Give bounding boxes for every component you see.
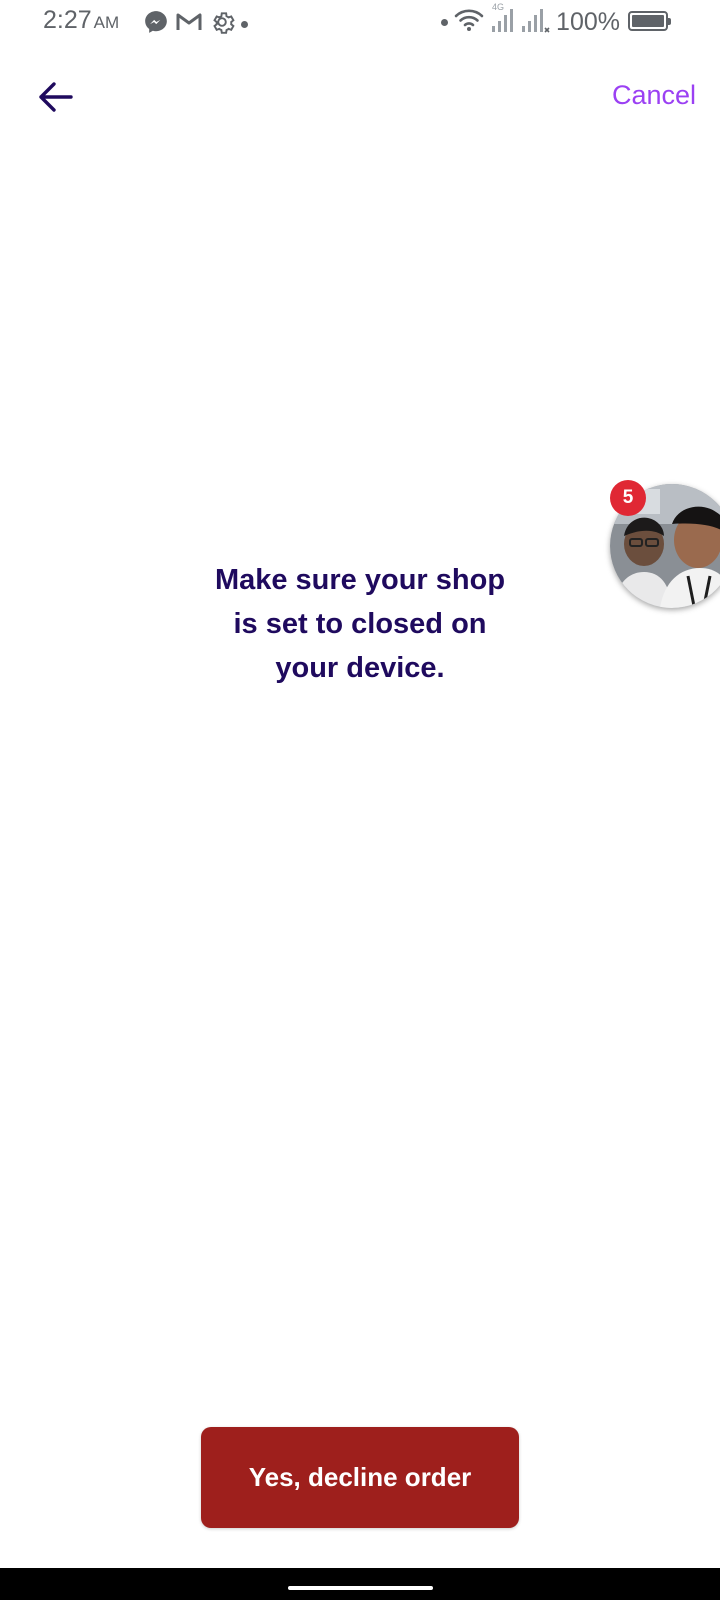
notification-icons (143, 9, 248, 40)
screen: 2:27 AM 4G 100% Cancel Make sure your sh… (0, 0, 720, 1600)
arrow-left-icon (37, 81, 73, 118)
instruction-message: Make sure your shop is set to closed on … (214, 564, 506, 684)
decline-order-button[interactable]: Yes, decline order (201, 1427, 519, 1528)
status-bar: 2:27 AM 4G 100% (0, 0, 720, 46)
unread-count-badge: 5 (610, 480, 646, 516)
system-nav-bar (0, 1568, 720, 1600)
cancel-button[interactable]: Cancel (612, 80, 696, 111)
status-time-ampm: AM (93, 13, 120, 32)
status-time-value: 2:27 (43, 6, 92, 34)
more-notifications-dot (241, 21, 248, 28)
battery-icon (628, 11, 671, 31)
status-time: 2:27 AM (43, 6, 119, 35)
messenger-icon (143, 9, 169, 40)
network-type-label: 4G (492, 2, 505, 12)
wifi-icon (454, 7, 484, 38)
signal-icon (520, 6, 550, 39)
battery-percent: 100% (556, 8, 620, 36)
connectivity-icons: 4G 100% (441, 2, 620, 39)
home-gesture-handle[interactable] (288, 1586, 433, 1590)
indicator-dot (441, 19, 449, 26)
settings-icon (209, 9, 235, 40)
back-button[interactable] (34, 78, 76, 120)
signal-icon: 4G (490, 2, 514, 39)
gmail-icon (175, 10, 203, 39)
